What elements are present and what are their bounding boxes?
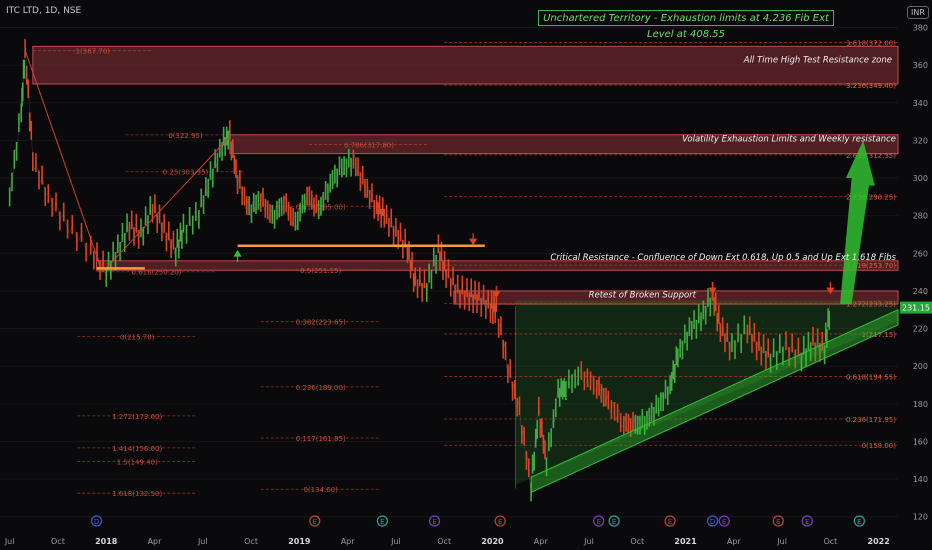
event-marker-label: E [722, 518, 726, 526]
x-tick-label: Jul [583, 537, 594, 546]
fib-label-left: 0.236(189.00) [296, 384, 346, 392]
fib-label-right: 3.618(372.00) [846, 40, 896, 48]
x-tick-label: Jul [4, 537, 15, 546]
symbol-title[interactable]: ITC LTD, 1D, NSE [6, 6, 81, 16]
x-tick-label: 2018 [95, 537, 118, 546]
down-arrow-icon [469, 233, 478, 246]
fib-label-left: 1.618(132.50) [112, 490, 162, 498]
x-tick-label: 2020 [481, 537, 504, 546]
x-tick-label: Oct [51, 537, 65, 546]
event-marker-label: E [380, 518, 384, 526]
last-price-label: 231.15 [902, 304, 930, 313]
exhaustion-banner: Unchartered Territory - Exhaustion limit… [538, 10, 834, 40]
y-tick-label: 120 [913, 513, 928, 522]
event-marker-label: E [596, 518, 600, 526]
y-tick-label: 280 [913, 212, 928, 221]
annotation-label: Retest of Broken Support [589, 291, 697, 301]
y-tick-label: 200 [913, 362, 928, 371]
x-tick-label: Oct [244, 537, 258, 546]
annotation-label: Critical Resistance - Confluence of Down… [550, 253, 896, 263]
fib-label-right: 1.272(233.25) [846, 301, 896, 309]
y-tick-label: 300 [913, 174, 928, 183]
annotation-label: Volatility Exhaustion Limits and Weekly … [682, 135, 896, 145]
x-tick-label: Jul [197, 537, 208, 546]
x-tick-label: Oct [630, 537, 644, 546]
x-tick-label: Apr [727, 537, 742, 546]
event-marker-label: E [857, 518, 861, 526]
fib-label-left: 0.117(161.85) [296, 435, 346, 443]
x-tick-label: Oct [823, 537, 837, 546]
fib-label-left: 1.414(156.60) [112, 445, 162, 453]
y-tick-label: 160 [913, 437, 928, 446]
x-tick-label: Apr [341, 537, 356, 546]
fib-label-left: 0.25(303.35) [163, 169, 209, 177]
x-tick-label: 2021 [674, 537, 697, 546]
event-marker-label: E [313, 518, 317, 526]
fib-label-left: 0.382(223.65) [296, 319, 346, 327]
x-tick-label: Apr [148, 537, 163, 546]
event-marker-label: E [776, 518, 780, 526]
y-tick-label: 240 [913, 287, 928, 296]
event-marker-label: E [805, 518, 809, 526]
event-marker-label: E [498, 518, 502, 526]
time-axis[interactable]: Jul Oct 2018 Apr Jul Oct 2019 Apr Jul Oct 2020 Apr J… [4, 537, 890, 546]
fib-label-right: 0.236(171.95) [846, 416, 896, 424]
fib-label-left: 0.618(250.20) [132, 269, 182, 277]
fib-label-left: 1.272(173.60) [112, 413, 162, 421]
fib-label-left: 0(215.70) [120, 334, 155, 342]
x-tick-label: Apr [534, 537, 549, 546]
x-tick-label: Jul [390, 537, 401, 546]
fib-label-right: 0(158.00) [862, 442, 897, 450]
x-tick-label: Oct [437, 537, 451, 546]
y-tick-label: 360 [913, 61, 928, 70]
annotation-label: All Time High Test Resistance zone [743, 56, 892, 66]
event-marker-label: E [432, 518, 436, 526]
fib-label-right: 0.618(194.55) [846, 373, 896, 381]
fib-label-right: 2.618(312.35) [846, 152, 896, 160]
y-tick-label: 340 [913, 99, 928, 108]
y-tick-label: 260 [913, 249, 928, 258]
event-marker-label: E [612, 518, 616, 526]
ascending-triangle-fill [515, 300, 898, 485]
x-tick-label: 2019 [288, 537, 311, 546]
fib-label-left: 0.786(317.80) [344, 142, 394, 150]
fib-label-left: 1.5(149.40) [117, 458, 158, 466]
fib-label-right: 3.236(349.40) [846, 82, 896, 90]
fib-label-left: 1(367.70) [76, 48, 111, 56]
event-marker-label: E [668, 518, 672, 526]
fib-label-left: 0.5(251.15) [300, 267, 341, 275]
price-axis[interactable]: 120 140 160 180 200 220 240 260 280 300 320 340 360 3… [900, 24, 932, 522]
y-tick-label: 140 [913, 475, 928, 484]
event-marker-label: D [710, 518, 715, 526]
y-tick-label: 320 [913, 136, 928, 145]
y-tick-label: 220 [913, 325, 928, 334]
target-arrow [840, 140, 875, 305]
fib-label-left: 0(322.95) [168, 132, 203, 140]
fib-trendline-up [101, 136, 231, 273]
event-markers: DEEEEEEEDEEEE [90, 515, 865, 527]
y-tick-label: 180 [913, 400, 928, 409]
x-tick-label: Jul [776, 537, 787, 546]
currency-badge[interactable]: INR [907, 6, 929, 19]
y-tick-label: 380 [913, 24, 928, 33]
fib-label-left: 0(134.60) [303, 486, 338, 494]
price-chart[interactable]: 1(367.70) 0(322.95) 0.786(317.80) 0.25(303.… [0, 0, 932, 550]
x-tick-label: 2022 [868, 537, 890, 546]
event-marker-label: D [94, 518, 99, 526]
